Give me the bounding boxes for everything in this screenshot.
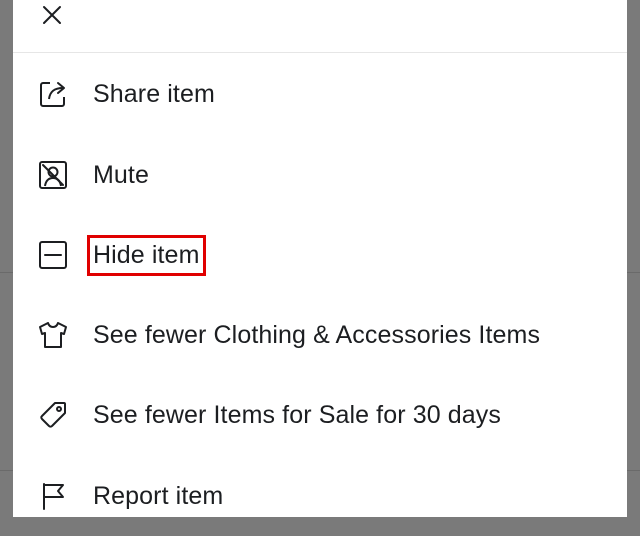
share-icon <box>37 78 69 110</box>
menu-item-label: Mute <box>93 160 149 189</box>
mute-icon <box>37 159 69 191</box>
menu-item-hide[interactable]: Hide item <box>13 215 627 295</box>
close-button[interactable] <box>39 2 65 28</box>
hide-icon <box>37 239 69 271</box>
menu-item-label: Share item <box>93 79 215 108</box>
menu-item-see-fewer-items-for-sale[interactable]: See fewer Items for Sale for 30 days <box>13 375 627 455</box>
tag-icon <box>37 399 69 431</box>
close-icon <box>43 6 61 24</box>
menu-item-see-fewer-clothing[interactable]: See fewer Clothing & Accessories Items <box>13 295 627 375</box>
action-sheet: Share item Mute Hide item See fewer Clot… <box>13 0 627 517</box>
menu-item-report[interactable]: Report item <box>13 456 627 536</box>
menu-item-share[interactable]: Share item <box>13 54 627 134</box>
menu-item-label: See fewer Items for Sale for 30 days <box>93 400 501 429</box>
sheet-header <box>13 0 627 53</box>
flag-icon <box>37 480 69 512</box>
menu-item-label: Hide item <box>87 234 206 276</box>
shirt-icon <box>37 319 69 351</box>
menu-item-label: See fewer Clothing & Accessories Items <box>93 320 541 349</box>
menu-item-mute[interactable]: Mute <box>13 135 627 215</box>
menu-item-label: Report item <box>93 481 224 510</box>
